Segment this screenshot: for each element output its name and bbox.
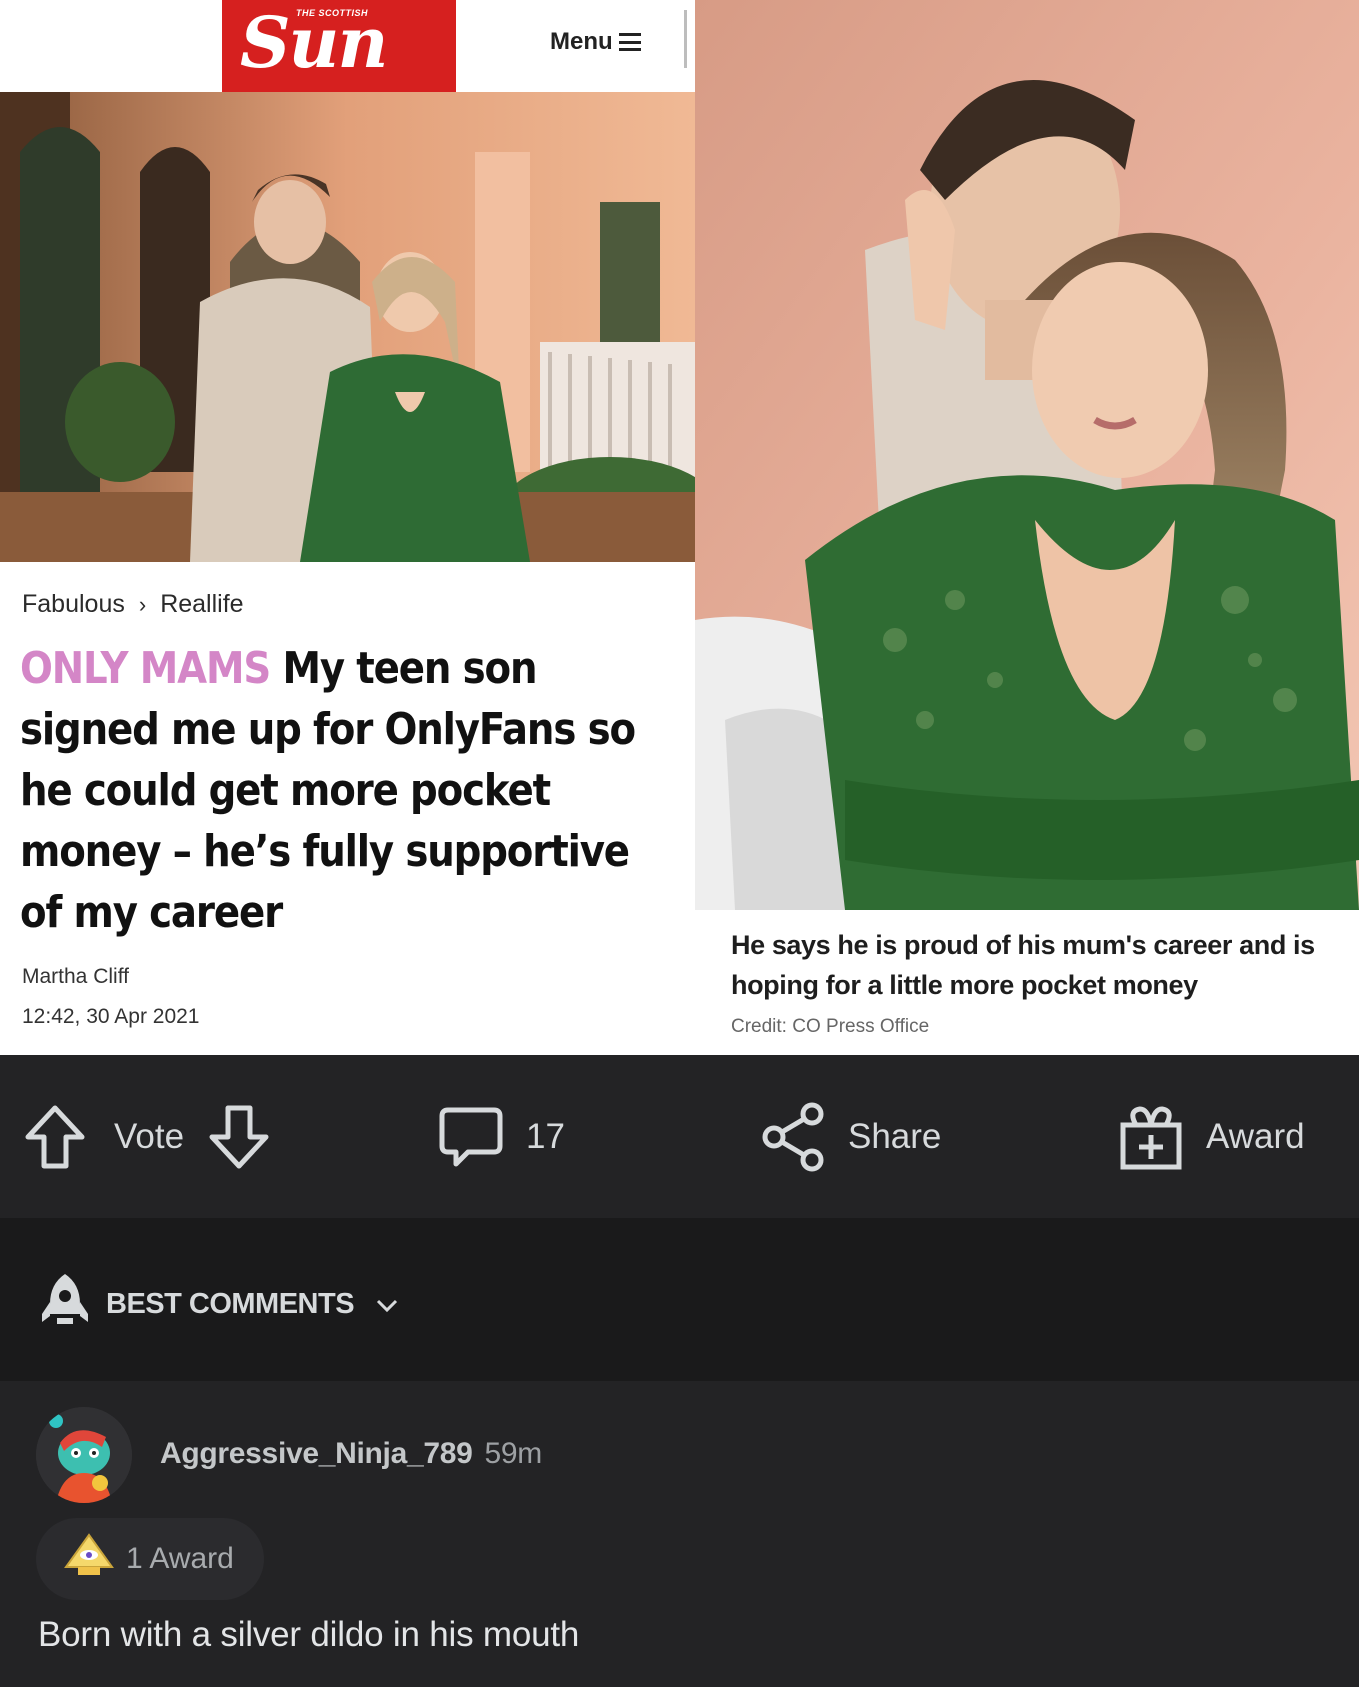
sort-label: BEST COMMENTS [106, 1287, 355, 1320]
comment-age: 59m [484, 1437, 543, 1470]
gift-icon [1118, 1103, 1184, 1171]
article-photo-couple-balcony [0, 92, 695, 562]
all-seeing-upvote-award-icon [64, 1533, 114, 1585]
headline-kicker: ONLY MAMS [20, 643, 271, 694]
vote-controls: Vote [24, 1055, 270, 1218]
article-date: 12:42, 30 Apr 2021 [22, 1005, 200, 1028]
article-right-column: He says he is proud of his mum's career … [695, 0, 1359, 1055]
awards-pill[interactable]: 1 Award [36, 1518, 264, 1600]
breadcrumb-reallife[interactable]: Reallife [160, 590, 243, 619]
article-left-column: THE SCOTTISH Sun Menu Fabulous › Reallif… [0, 0, 695, 1055]
comment-author[interactable]: Aggressive_Ninja_789 59m [160, 1437, 542, 1471]
chevron-down-icon [376, 1288, 398, 1321]
logo-wordmark: Sun [240, 1, 388, 84]
share-icon [762, 1102, 826, 1172]
avatar[interactable] [36, 1407, 132, 1503]
share-button[interactable]: Share [762, 1055, 941, 1218]
upvote-arrow-icon[interactable] [24, 1104, 86, 1170]
award-label: Award [1206, 1116, 1305, 1156]
article-screenshot[interactable]: THE SCOTTISH Sun Menu Fabulous › Reallif… [0, 0, 1359, 1055]
menu-label: Menu [550, 28, 613, 55]
photo-credit: Credit: CO Press Office [731, 1016, 930, 1037]
username[interactable]: Aggressive_Ninja_789 [160, 1437, 473, 1470]
masthead: THE SCOTTISH Sun Menu [0, 0, 695, 92]
downvote-arrow-icon[interactable] [208, 1104, 270, 1170]
menu-button[interactable]: Menu [550, 28, 641, 56]
breadcrumb-fabulous[interactable]: Fabulous [22, 590, 125, 619]
comment-body: Born with a silver dildo in his mouth [38, 1615, 580, 1654]
hamburger-icon [618, 33, 641, 51]
rocket-icon [38, 1270, 92, 1338]
comment: Aggressive_Ninja_789 59m 1 Award Born wit… [0, 1381, 1359, 1687]
comments-count: 17 [526, 1116, 565, 1156]
share-label: Share [848, 1116, 942, 1156]
photo-caption: He says he is proud of his mum's career … [731, 930, 1315, 1000]
vote-label: Vote [114, 1116, 185, 1156]
comments-button[interactable]: 17 [438, 1055, 565, 1218]
the-sun-logo: THE SCOTTISH Sun [222, 0, 456, 92]
post-action-bar: Vote 17 Share Award [0, 1055, 1359, 1218]
comment-sort-dropdown[interactable]: BEST COMMENTS [38, 1270, 398, 1338]
breadcrumb: Fabulous › Reallife [22, 590, 244, 619]
article-headline: ONLY MAMS My teen son signed me up for O… [20, 638, 671, 943]
article-photo-couple-closeup [695, 0, 1359, 910]
comment-bubble-icon [438, 1104, 504, 1170]
chevron-right-icon: › [138, 591, 147, 617]
awards-count: 1 Award [126, 1542, 234, 1575]
article-author: Martha Cliff [22, 965, 129, 988]
award-button[interactable]: Award [1118, 1055, 1305, 1218]
comment-sort-bar: BEST COMMENTS [0, 1218, 1359, 1381]
divider [684, 10, 687, 68]
